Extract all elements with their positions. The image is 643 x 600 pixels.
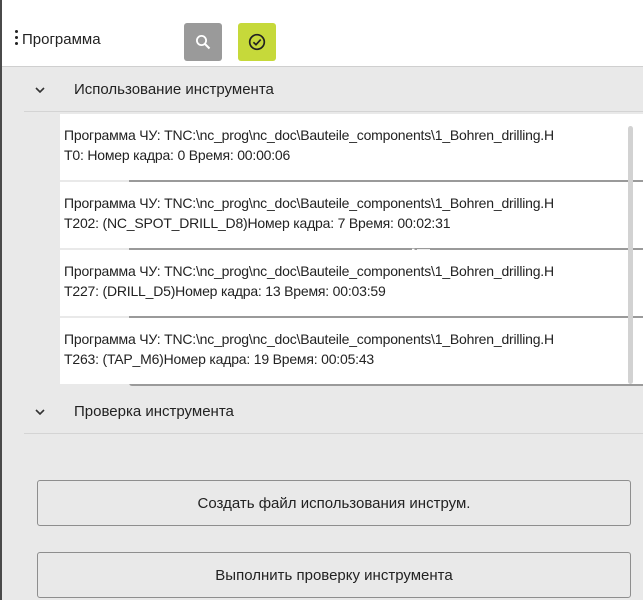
tool-usage-detail: T263: (TAP_M6)Номер кадра: 19 Время: 00:… bbox=[64, 351, 375, 367]
tool-check-section-header[interactable]: Проверка инструмента bbox=[24, 390, 643, 434]
header-toolbar: Программа bbox=[2, 0, 643, 386]
chevron-down-icon bbox=[28, 408, 52, 415]
program-path-text: Программа ЧУ: TNC:\nc_prog\nc_doc\Bautei… bbox=[64, 263, 554, 279]
tool-usage-section-label: Использование инструмента bbox=[74, 81, 274, 98]
tool-check-section-label: Проверка инструмента bbox=[74, 403, 234, 420]
more-menu-icon[interactable] bbox=[14, 30, 20, 46]
chevron-down-icon bbox=[28, 86, 52, 93]
program-path-text: Программа ЧУ: TNC:\nc_prog\nc_doc\Bautei… bbox=[64, 331, 554, 347]
check-circle-icon bbox=[248, 33, 266, 51]
run-tool-check-button[interactable]: Выполнить проверку инструмента bbox=[37, 552, 631, 598]
list-item[interactable]: Программа ЧУ: TNC:\nc_prog\nc_doc\Bautei… bbox=[60, 318, 643, 384]
program-path-text: Программа ЧУ: TNC:\nc_prog\nc_doc\Bautei… bbox=[64, 127, 554, 143]
list-scrollbar[interactable] bbox=[628, 126, 633, 384]
tool-usage-detail: T202: (NC_SPOT_DRILL_D8)Номер кадра: 7 В… bbox=[64, 215, 451, 231]
list-item[interactable]: Программа ЧУ: TNC:\nc_prog\nc_doc\Bautei… bbox=[60, 114, 643, 180]
tool-check-mode-button[interactable] bbox=[238, 23, 276, 61]
tool-usage-section-header[interactable]: Использование инструмента bbox=[24, 68, 643, 112]
program-path-text: Программа ЧУ: TNC:\nc_prog\nc_doc\Bautei… bbox=[64, 195, 554, 211]
search-button[interactable] bbox=[184, 23, 222, 61]
tool-usage-detail: T227: (DRILL_D5)Номер кадра: 13 Время: 0… bbox=[64, 283, 386, 299]
list-item[interactable]: Программа ЧУ: TNC:\nc_prog\nc_doc\Bautei… bbox=[60, 250, 643, 316]
tool-usage-detail: T0: Номер кадра: 0 Время: 00:00:06 bbox=[64, 147, 291, 163]
tool-usage-list: Программа ЧУ: TNC:\nc_prog\nc_doc\Bautei… bbox=[60, 114, 643, 386]
create-tool-usage-file-button[interactable]: Создать файл использования инструм. bbox=[37, 480, 631, 526]
page-title: Программа bbox=[22, 31, 101, 48]
tool-usage-panel: Программа Использование инструмента Прог… bbox=[0, 0, 643, 600]
search-icon bbox=[196, 35, 211, 50]
list-item[interactable]: Программа ЧУ: TNC:\nc_prog\nc_doc\Bautei… bbox=[60, 182, 643, 248]
